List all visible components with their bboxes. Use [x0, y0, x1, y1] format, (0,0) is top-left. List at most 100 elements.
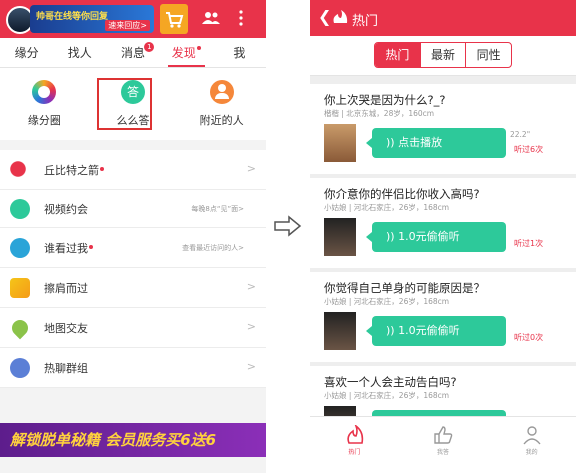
nav-hot[interactable]: 热门	[310, 417, 399, 473]
new-dot	[100, 166, 104, 171]
segment-hot[interactable]: 热门	[375, 43, 421, 67]
question-card[interactable]: 你介意你的伴侣比你收入高吗? 小姑娘 | 河北石家庄，26岁，168cm )) …	[310, 178, 576, 268]
list-item-label: 视频约会	[44, 202, 88, 216]
question-text: 你介意你的伴侣比你收入高吗?	[324, 187, 480, 201]
tab-me[interactable]: 我	[213, 38, 266, 67]
list-item-visitors[interactable]: 谁看过我 查看最近访问的人>	[0, 228, 266, 268]
person-icon	[523, 426, 541, 445]
question-text: 喜欢一个人会主动告白吗?	[324, 375, 457, 389]
question-text: 你觉得自己单身的可能原因是？	[324, 281, 485, 295]
chevron-right-icon: >	[246, 162, 256, 175]
answerer-meta: 楷楷 | 北京东城，28岁，160cm	[324, 109, 435, 118]
nav-label: 我答	[437, 449, 450, 456]
answerer-photo[interactable]	[324, 124, 356, 162]
hot-questions-screen: ❮ 热门 热门 最新 同性 你上次哭是因为什么?_? 楷楷 | 北京东城，28岁…	[310, 0, 576, 473]
list-item-brush-past[interactable]: 擦肩而过 >	[0, 268, 266, 308]
answerer-photo[interactable]	[324, 218, 356, 256]
nav-label: 我的	[525, 449, 538, 456]
nav-mine[interactable]: 我的	[487, 417, 576, 473]
answerer-meta: 小姑娘 | 河北石家庄，26岁，168cm	[324, 297, 450, 306]
listen-count: 听过6次	[514, 145, 544, 154]
page-title: 热门	[352, 14, 379, 29]
tab-label: 我	[233, 46, 246, 60]
paid-listen-label: 1.0元偷偷听	[398, 324, 460, 337]
play-button[interactable]: )) 点击播放	[366, 128, 506, 158]
paid-listen-button[interactable]: )) 1.0元偷偷听	[366, 316, 506, 346]
answerer-meta: 小姑娘 | 河北石家庄，26岁，168cm	[324, 391, 450, 400]
vip-banner[interactable]: 解锁脱单秘籍 会员服务买6送6	[0, 423, 266, 457]
sound-icon: ))	[386, 136, 399, 149]
question-card[interactable]: 你上次哭是因为什么?_? 楷楷 | 北京东城，28岁，160cm )) 点击播放…	[310, 84, 576, 174]
promo-banner-cta[interactable]: 速来回应>	[105, 20, 150, 31]
listen-count: 听过0次	[514, 333, 544, 342]
tab-find[interactable]: 找人	[53, 38, 106, 67]
list-item-group-chat[interactable]: 热聊群组 >	[0, 348, 266, 388]
thumbs-up-icon	[434, 426, 453, 444]
discover-screen: 帅哥在线等你回复 速来回应> 缘分 找人 消息 1 发现 我 缘分圈 答 么么答 …	[0, 0, 266, 473]
feature-nearby[interactable]: 附近的人	[177, 68, 266, 140]
list-item-video-date[interactable]: 视频约会 每晚8点“见”面>	[0, 190, 266, 228]
chevron-right-icon: >	[246, 320, 256, 333]
flame-icon	[333, 10, 348, 23]
cart-icon[interactable]	[160, 4, 188, 34]
unread-badge: 1	[144, 42, 155, 52]
tab-fate[interactable]: 缘分	[0, 38, 53, 67]
promo-banner[interactable]: 帅哥在线等你回复 速来回应>	[30, 5, 154, 33]
bottom-nav: 热门 我答 我的	[310, 416, 576, 473]
segment-control: 热门 最新 同性	[374, 42, 512, 68]
paid-listen-label: 1.0元偷偷听	[398, 230, 460, 243]
feature-fate-circle[interactable]: 缘分圈	[0, 68, 89, 140]
video-icon	[10, 198, 30, 219]
segment-same-sex[interactable]: 同性	[466, 43, 511, 67]
play-button-label: 点击播放	[398, 136, 443, 149]
chevron-right-icon: >	[246, 360, 256, 373]
feature-label: 附近的人	[199, 114, 244, 127]
paid-listen-button[interactable]: )) 1.0元偷偷听	[366, 222, 506, 252]
main-tabs: 缘分 找人 消息 1 发现 我	[0, 38, 266, 68]
people-icon[interactable]	[202, 11, 220, 25]
list-item-hint: 每晚8点“见”面>	[191, 204, 244, 213]
eye-icon	[10, 237, 30, 258]
tab-label: 发现	[171, 46, 196, 60]
nav-my-answers[interactable]: 我答	[399, 417, 488, 473]
new-dot	[89, 244, 93, 249]
new-dot	[196, 46, 201, 50]
tab-label: 找人	[67, 46, 92, 60]
question-text: 你上次哭是因为什么?_?	[324, 93, 446, 107]
top-bar: ❮ 热门	[310, 0, 576, 36]
tab-discover[interactable]: 发现	[160, 38, 213, 67]
group-chat-icon	[10, 357, 30, 378]
nav-label: 热门	[348, 449, 361, 456]
discover-list: 丘比特之箭 > 视频约会 每晚8点“见”面> 谁看过我 查看最近访问的人> 擦肩…	[0, 150, 266, 388]
tab-messages[interactable]: 消息 1	[106, 38, 159, 67]
list-item-label: 热聊群组	[44, 361, 88, 375]
audio-duration: 22.2"	[510, 130, 531, 139]
brush-icon	[10, 277, 30, 298]
question-card[interactable]: 你觉得自己单身的可能原因是？ 小姑娘 | 河北石家庄，26岁，168cm )) …	[310, 272, 576, 362]
list-item-hint: 查看最近访问的人>	[182, 243, 244, 252]
tab-label: 缘分	[14, 46, 39, 60]
answerer-photo[interactable]	[324, 312, 356, 350]
vip-banner-text: 解锁脱单秘籍 会员服务买6送6	[10, 431, 217, 449]
list-item-label: 谁看过我	[44, 241, 88, 255]
feature-label: 缘分圈	[27, 114, 61, 127]
sound-icon: ))	[386, 230, 399, 243]
list-item-label: 地图交友	[44, 321, 88, 335]
nearby-person-icon	[209, 80, 234, 104]
tab-label: 消息	[121, 46, 146, 60]
answerer-meta: 小姑娘 | 河北石家庄，26岁，168cm	[324, 203, 450, 212]
segment-bar: 热门 最新 同性	[310, 36, 576, 76]
highlight-box	[97, 78, 152, 130]
list-item-label: 擦肩而过	[44, 281, 88, 295]
back-icon[interactable]: ❮	[318, 7, 331, 26]
list-item-map-dating[interactable]: 地图交友 >	[0, 308, 266, 348]
cupid-icon	[10, 159, 30, 180]
segment-latest[interactable]: 最新	[421, 43, 467, 67]
sound-icon: ))	[386, 324, 399, 337]
list-item-cupid[interactable]: 丘比特之箭 >	[0, 150, 266, 190]
more-icon[interactable]	[238, 10, 244, 26]
list-item-label: 丘比特之箭	[44, 163, 99, 177]
arrow-right-icon	[274, 215, 302, 237]
ring-icon	[32, 80, 57, 104]
map-pin-icon	[8, 316, 32, 339]
